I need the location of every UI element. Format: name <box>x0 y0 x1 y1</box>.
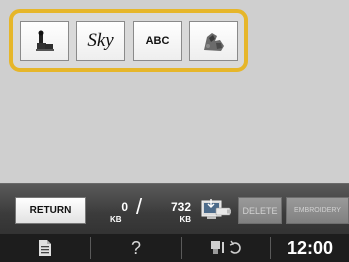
memory-total-unit: KB <box>179 215 191 224</box>
alphabet-category-button[interactable]: ABC <box>133 21 182 61</box>
clock-label: 12:00 <box>286 237 334 258</box>
one-point-pattern-icon <box>35 30 54 51</box>
help-button[interactable]: ? <box>91 234 181 262</box>
clock: 12:00 <box>271 234 349 262</box>
one-point-pattern-button[interactable] <box>20 21 69 61</box>
memory-total: 732 KB <box>155 201 191 224</box>
memory-used: 0 KB <box>110 200 128 224</box>
status-bar: ? 12:00 <box>0 234 349 262</box>
return-button[interactable]: RETURN <box>15 197 86 224</box>
help-label: ? <box>130 237 141 258</box>
font-category-button[interactable]: Sky <box>76 21 125 61</box>
embroidery-button[interactable]: EMBROIDERY <box>286 197 349 224</box>
category-panel: Sky ABC <box>9 9 248 72</box>
memory-total-value: 732 <box>170 200 191 214</box>
machine-screen: Sky ABC RETURN 0 KB / 732 KB DELETE EMBR… <box>0 0 349 262</box>
saved-pattern-button[interactable] <box>189 21 238 61</box>
saved-pattern-icon <box>203 33 224 51</box>
memory-used-value: 0 <box>121 200 128 214</box>
font-sample-label: Sky <box>87 30 114 51</box>
save-to-usb-icon[interactable] <box>200 197 233 224</box>
document-icon <box>39 240 51 256</box>
memory-separator: / <box>136 194 143 219</box>
pattern-info-button[interactable] <box>0 234 90 262</box>
thread-tension-button[interactable] <box>182 234 270 262</box>
alphabet-label: ABC <box>145 35 170 47</box>
delete-button[interactable]: DELETE <box>238 197 282 224</box>
control-bar: RETURN 0 KB / 732 KB DELETE EMBROIDERY <box>0 183 349 234</box>
memory-used-unit: KB <box>110 215 122 224</box>
thread-tension-icon <box>211 240 241 254</box>
